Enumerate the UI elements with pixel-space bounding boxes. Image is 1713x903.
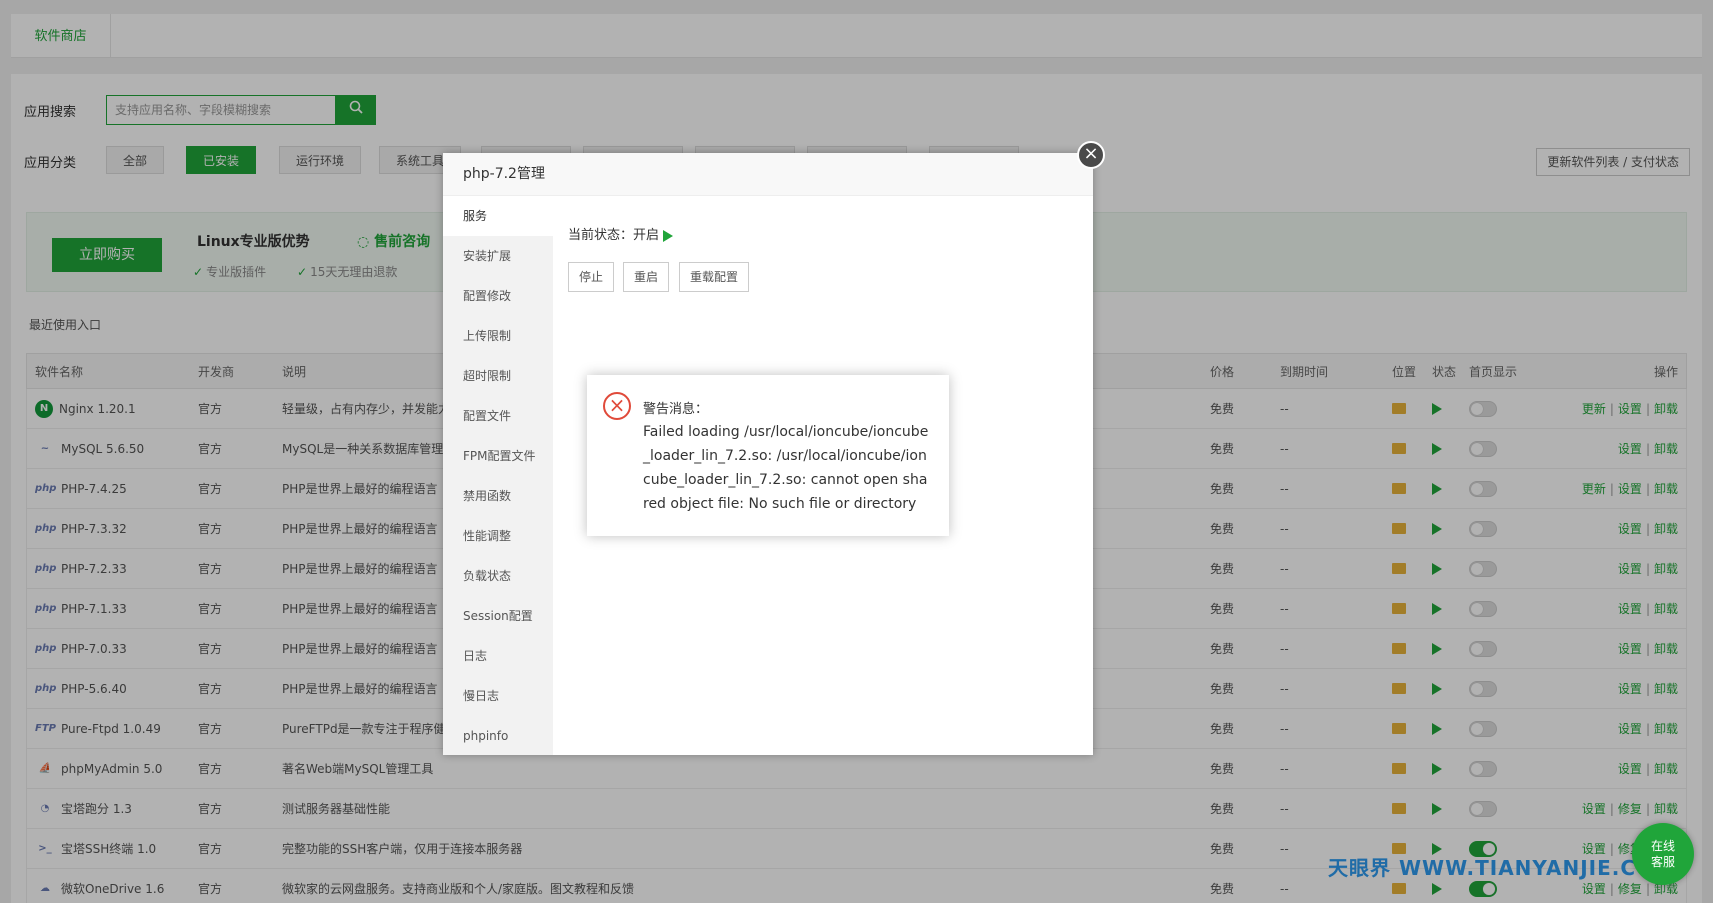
modal-sidebar-item[interactable]: FPM配置文件	[443, 436, 553, 476]
modal-sidebar-item[interactable]: 安装扩展	[443, 236, 553, 276]
service-status: 当前状态：开启	[568, 224, 674, 243]
modal-sidebar-item[interactable]: 性能调整	[443, 516, 553, 556]
online-support-button[interactable]: 在线 客服	[1632, 823, 1694, 885]
play-icon	[663, 229, 674, 242]
modal-sidebar-item[interactable]: 服务	[443, 196, 553, 236]
modal-sidebar-item[interactable]: 日志	[443, 636, 553, 676]
modal-sidebar-item[interactable]: 配置修改	[443, 276, 553, 316]
modal-sidebar-item[interactable]: Session配置	[443, 596, 553, 636]
close-icon[interactable]: ×	[1077, 141, 1105, 169]
stop-button[interactable]: 停止	[568, 262, 615, 292]
warning-alert: × 警告消息： Failed loading /usr/local/ioncub…	[587, 375, 949, 536]
alert-message: Failed loading /usr/local/ioncube/ioncub…	[643, 424, 929, 512]
modal-sidebar: 服务 安装扩展 配置修改 上传限制 超时限制 配置文件 FPM配置文件 禁用函数 性能调整 负载状…	[443, 196, 553, 755]
modal-sidebar-item[interactable]: 上传限制	[443, 316, 553, 356]
alert-title: 警告消息：	[643, 402, 709, 417]
reload-config-button[interactable]: 重载配置	[679, 262, 750, 292]
modal-sidebar-item[interactable]: 慢日志	[443, 676, 553, 716]
modal-sidebar-item[interactable]: 配置文件	[443, 396, 553, 436]
modal-title: php-7.2管理	[443, 153, 1093, 196]
modal-sidebar-item[interactable]: 超时限制	[443, 356, 553, 396]
modal-sidebar-item[interactable]: 负载状态	[443, 556, 553, 596]
modal-sidebar-item[interactable]: 禁用函数	[443, 476, 553, 516]
restart-button[interactable]: 重启	[623, 262, 670, 292]
modal-sidebar-item[interactable]: phpinfo	[443, 716, 553, 756]
error-icon: ×	[603, 392, 631, 420]
